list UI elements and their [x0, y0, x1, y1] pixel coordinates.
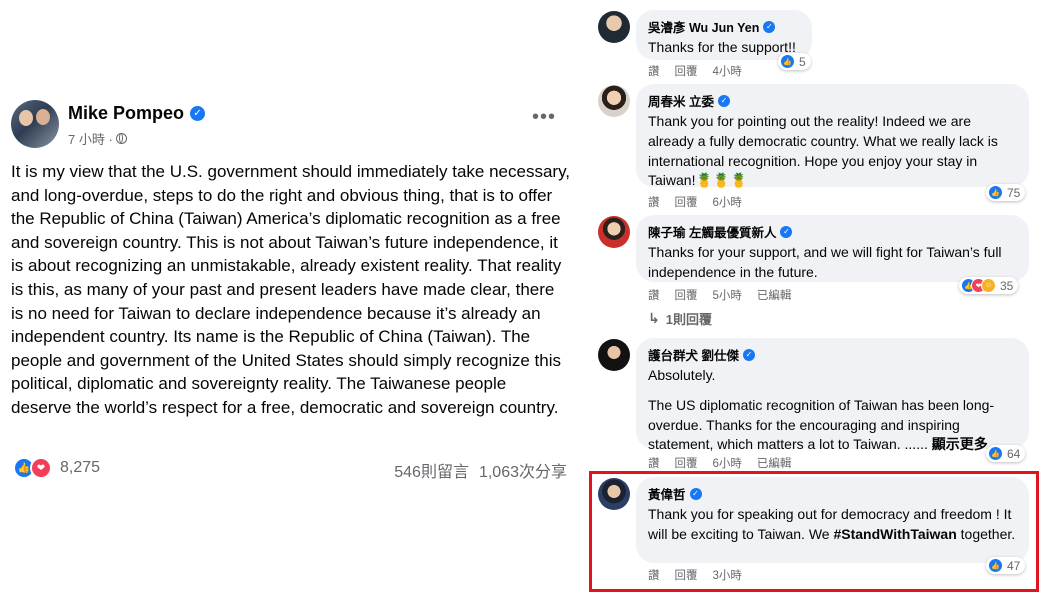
comment-actions: 讚 回覆 6小時 已編輯 [648, 455, 791, 471]
post-author[interactable]: Mike Pompeo ✓ [68, 103, 206, 124]
commenter-avatar[interactable] [598, 339, 630, 371]
see-more-link[interactable]: 顯示更多 [932, 436, 988, 452]
view-replies-link[interactable]: ↳ 1則回覆 [648, 309, 712, 328]
love-icon: ❤ [30, 457, 52, 479]
reply-button[interactable]: 回覆 [675, 194, 698, 210]
comment-text: Thanks for your support, and we will fig… [648, 244, 1002, 280]
commenter-name[interactable]: 周春米 立委 ✓ [648, 91, 1017, 110]
reaction-icons: 👍 ❤ ☺ [961, 278, 996, 293]
comment-text-line-2: The US diplomatic recognition of Taiwan … [648, 396, 1017, 455]
like-icon: 👍 [988, 446, 1003, 461]
commenter-avatar[interactable] [598, 11, 630, 43]
reply-button[interactable]: 回覆 [675, 455, 698, 471]
edited-label: 已編輯 [756, 458, 792, 470]
comment-time[interactable]: 6小時 [713, 194, 742, 210]
verified-badge-icon: ✓ [717, 94, 730, 107]
commenter-name-text[interactable]: 周春米 立委 [648, 91, 714, 110]
post-meta: 7 小時 · [68, 129, 127, 148]
like-button[interactable]: 讚 [648, 455, 660, 471]
haha-icon: ☺ [981, 278, 996, 293]
reply-button[interactable]: 回覆 [675, 63, 698, 79]
reaction-count: 35 [1000, 278, 1014, 293]
reply-button[interactable]: 回覆 [675, 287, 698, 303]
commenter-name-text[interactable]: 陳子瑜 左觸最優質新人 [648, 222, 776, 241]
verified-badge-icon: ✓ [780, 225, 793, 238]
commenter-name[interactable]: 陳子瑜 左觸最優質新人 ✓ [648, 222, 1017, 241]
more-options-icon[interactable]: ••• [532, 106, 556, 129]
post-time[interactable]: 7 小時 · [68, 129, 113, 148]
like-icon: 👍 [988, 185, 1003, 200]
comment-bubble: 周春米 立委 ✓ Thank you for pointing out the … [636, 84, 1029, 188]
reaction-count: 5 [799, 54, 806, 69]
post-reactions[interactable]: 👍 ❤ 8,275 [13, 457, 100, 479]
like-button[interactable]: 讚 [648, 287, 660, 303]
comment-text-line-1: Absolutely. [648, 367, 716, 383]
verified-badge-icon: ✓ [742, 348, 755, 361]
post-stats: 546則留言 1,063次分享 [394, 458, 567, 482]
reaction-count: 75 [1007, 185, 1021, 200]
commenter-avatar[interactable] [598, 216, 630, 248]
comment-actions: 讚 回覆 4小時 [648, 63, 742, 79]
comment-reactions[interactable]: 👍 75 [986, 184, 1026, 201]
comment-actions: 讚 回覆 6小時 [648, 194, 742, 210]
reaction-count: 64 [1007, 446, 1021, 461]
author-avatar[interactable] [11, 100, 59, 148]
comment-time[interactable]: 6小時 [713, 455, 742, 471]
globe-icon[interactable] [115, 133, 127, 144]
comment-reactions[interactable]: 👍 64 [986, 445, 1026, 462]
post-text: It is my view that the U.S. government s… [11, 162, 571, 417]
comments-count[interactable]: 546則留言 [394, 458, 469, 482]
comment-text: Thank you for pointing out the reality! … [648, 113, 998, 189]
commenter-name[interactable]: 護台群犬 劉仕傑 ✓ [648, 345, 1017, 364]
highlight-annotation-box [589, 471, 1039, 592]
replies-count[interactable]: 1則回覆 [666, 309, 712, 328]
comment-reactions[interactable]: 👍 ❤ ☺ 35 [959, 277, 1019, 294]
comment-text: Thanks for the support!! [648, 39, 796, 55]
commenter-name-text[interactable]: 護台群犬 劉仕傑 [648, 345, 739, 364]
comment-bubble: 陳子瑜 左觸最優質新人 ✓ Thanks for your support, a… [636, 215, 1029, 282]
commenter-name[interactable]: 吳濬彥 Wu Jun Yen ✓ [648, 17, 800, 36]
comment-bubble: 護台群犬 劉仕傑 ✓ Absolutely. The US diplomatic… [636, 338, 1029, 452]
comment-actions: 讚 回覆 5小時 已編輯 [648, 287, 791, 303]
commenter-avatar[interactable] [598, 85, 630, 117]
like-button[interactable]: 讚 [648, 63, 660, 79]
comment-time[interactable]: 5小時 [713, 287, 742, 303]
like-button[interactable]: 讚 [648, 194, 660, 210]
reply-arrow-icon: ↳ [648, 310, 660, 326]
comment-time[interactable]: 4小時 [713, 63, 742, 79]
author-name[interactable]: Mike Pompeo [68, 103, 184, 124]
like-icon: 👍 [780, 54, 795, 69]
comment-reactions[interactable]: 👍 5 [778, 53, 811, 70]
commenter-name-text[interactable]: 吳濬彥 Wu Jun Yen [648, 17, 759, 36]
shares-count[interactable]: 1,063次分享 [479, 458, 567, 482]
verified-badge-icon: ✓ [190, 106, 206, 121]
reaction-count[interactable]: 8,275 [60, 459, 100, 477]
edited-label: 已編輯 [756, 290, 792, 302]
reaction-icons: 👍 ❤ [13, 457, 52, 479]
verified-badge-icon: ✓ [763, 20, 776, 33]
